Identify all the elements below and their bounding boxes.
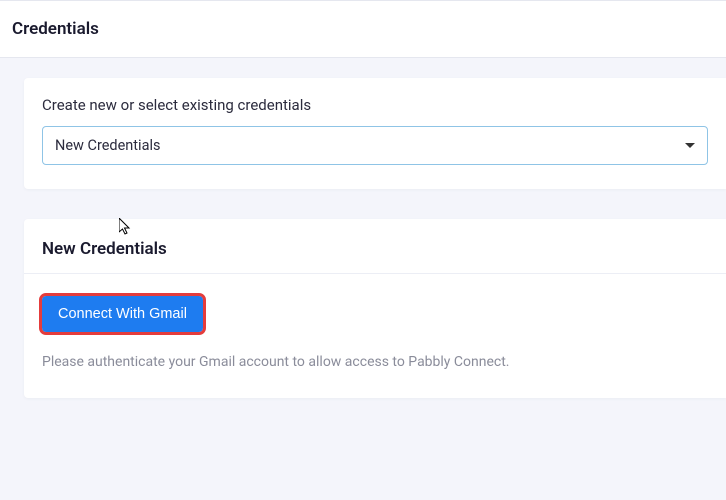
new-credentials-title: New Credentials	[42, 239, 708, 259]
auth-help-text: Please authenticate your Gmail account t…	[42, 354, 708, 370]
connect-with-gmail-button[interactable]: Connect With Gmail	[42, 296, 203, 332]
new-credentials-body: Connect With Gmail Please authenticate y…	[24, 274, 726, 398]
credentials-select-value: New Credentials	[55, 137, 160, 154]
page-header: Credentials	[0, 0, 726, 58]
new-credentials-card: New Credentials Connect With Gmail Pleas…	[24, 219, 726, 398]
page-title: Credentials	[12, 19, 714, 39]
select-credentials-card: Create new or select existing credential…	[24, 78, 726, 189]
select-credentials-label: Create new or select existing credential…	[42, 96, 708, 114]
chevron-down-icon	[685, 143, 695, 148]
new-credentials-header: New Credentials	[24, 219, 726, 274]
credentials-select[interactable]: New Credentials	[42, 126, 708, 165]
